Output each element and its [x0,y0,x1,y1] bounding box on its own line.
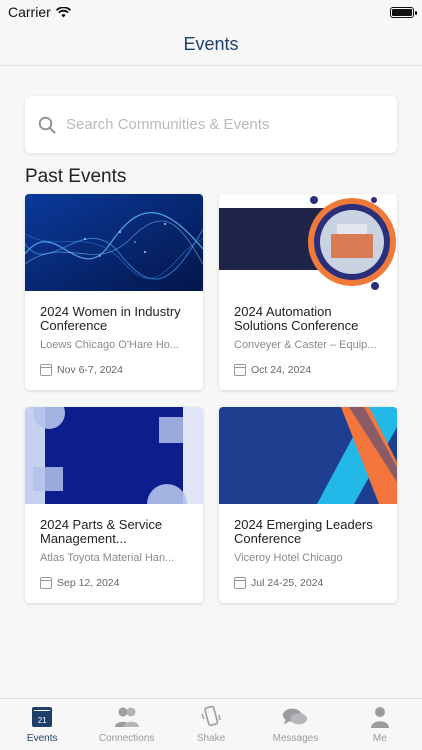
tab-label: Events [26,733,58,744]
phone-shake-icon [198,705,224,729]
event-image-parts-service [25,407,203,504]
tab-bar: 21 Events Connections Shake Messages Me [0,698,422,750]
event-image-wave [25,194,203,291]
event-date: Sep 12, 2024 [57,577,120,589]
chat-bubbles-icon [282,705,308,729]
people-icon [114,705,140,729]
event-venue: Atlas Toyota Material Han... [40,552,175,564]
event-date: Oct 24, 2024 [251,364,312,376]
person-icon [367,705,393,729]
battery-icon [390,6,417,18]
event-title: 2024 Automation Solutions Conference [234,305,359,333]
status-bar: Carrier [0,0,422,24]
tab-me[interactable]: Me [338,699,422,750]
event-date: Jul 24-25, 2024 [251,577,324,589]
event-date: Nov 6-7, 2024 [57,364,123,376]
search-icon [38,116,56,133]
navigation-bar: Events [0,24,422,66]
event-image-emerging-leaders [219,407,397,504]
search-input[interactable] [66,116,376,133]
event-card[interactable]: 2024 Parts & Service Management... Atlas… [25,407,203,603]
event-title: 2024 Women in Industry Conference [40,305,181,333]
tab-messages[interactable]: Messages [253,699,337,750]
calendar-icon: 21 [29,705,55,729]
tab-label: Shake [196,733,226,744]
event-card[interactable]: 2024 Women in Industry Conference Loews … [25,194,203,390]
calendar-icon [40,577,52,589]
event-venue: Loews Chicago O'Hare Ho... [40,339,180,351]
event-title: 2024 Emerging Leaders Conference [234,518,373,546]
tab-label: Connections [98,733,155,744]
calendar-icon [40,364,52,376]
status-left: Carrier [8,4,71,20]
search-bar[interactable] [25,96,397,153]
event-image-automation [219,194,397,291]
event-title: 2024 Parts & Service Management... [40,518,163,546]
tab-events[interactable]: 21 Events [0,699,84,750]
event-card[interactable]: 2024 Emerging Leaders Conference Viceroy… [219,407,397,603]
carrier-label: Carrier [8,4,51,20]
tab-label: Messages [272,733,319,744]
event-card[interactable]: 2024 Automation Solutions Conference Con… [219,194,397,390]
tab-connections[interactable]: Connections [84,699,168,750]
tab-shake[interactable]: Shake [169,699,253,750]
tab-label: Me [372,733,387,744]
wifi-icon [55,6,71,17]
event-venue: Conveyer & Caster – Equip... [234,339,377,351]
section-title-past-events: Past Events [25,166,127,187]
calendar-icon [234,364,246,376]
calendar-icon [234,577,246,589]
page-title: Events [183,34,239,54]
event-venue: Viceroy Hotel Chicago [234,552,343,564]
